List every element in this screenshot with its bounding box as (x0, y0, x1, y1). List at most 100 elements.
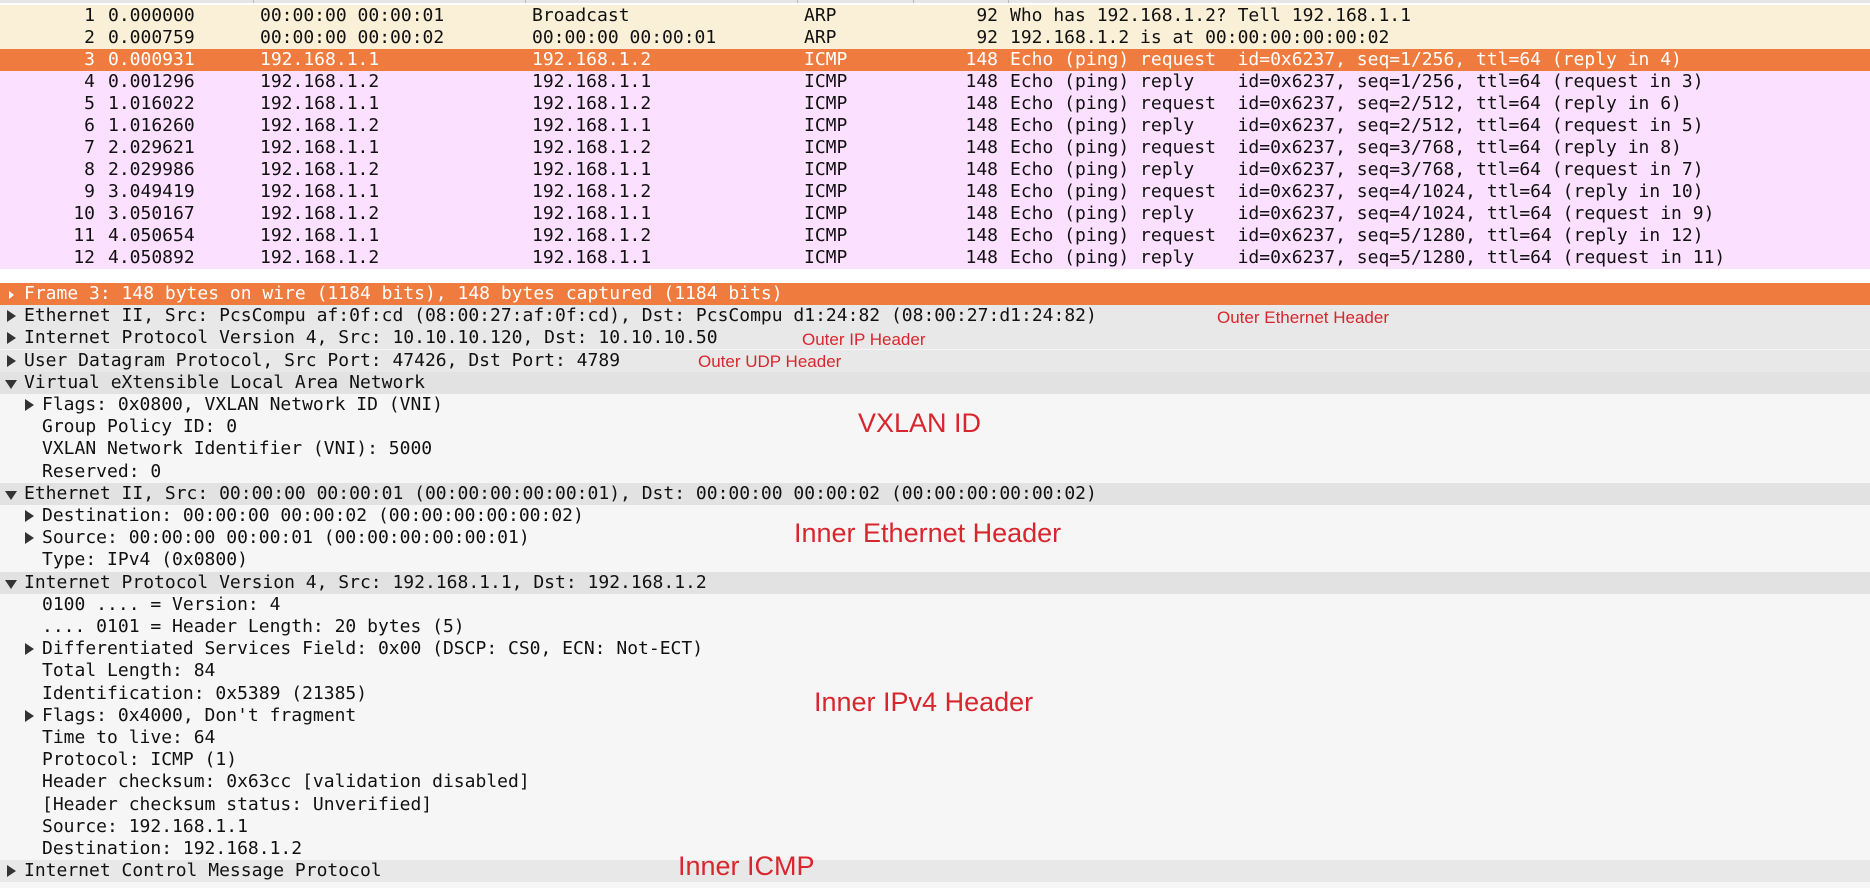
tree-item-field[interactable]: .... 0101 = Header Length: 20 bytes (5) (0, 616, 1870, 638)
packet-cell-len: 148 (965, 49, 998, 70)
packet-row[interactable]: 10 3.050167 192.168.1.2 192.168.1.1 ICMP 148 E… (0, 203, 1870, 225)
packet-cell-info: Who has 192.168.1.2? Tell 192.168.1.1 (1010, 5, 1411, 26)
packet-cell-len: 148 (965, 203, 998, 224)
packet-row[interactable]: 2 0.000759 00:00:00 00:00:02 00:00:00 00:00… (0, 27, 1870, 49)
packet-cell-info: Echo (ping) reply id=0x6237, seq=1/256, … (1010, 71, 1704, 92)
tree-item-label: Group Policy ID: 0 (42, 416, 238, 438)
packet-cell-dst: 192.168.1.1 (532, 247, 652, 268)
packet-cell-no: 5 (84, 93, 95, 114)
expand-arrow-right-icon[interactable] (20, 527, 38, 549)
column-divider[interactable] (797, 0, 798, 3)
packet-row[interactable]: 4 0.001296 192.168.1.2 192.168.1.1 ICMP 148 Ec… (0, 71, 1870, 93)
tree-item-selected[interactable]: Frame 3: 148 bytes on wire (1184 bits), … (0, 283, 1870, 305)
tree-item-label: Flags: 0x4000, Don't fragment (42, 704, 357, 726)
tree-item-field[interactable]: Differentiated Services Field: 0x00 (DSC… (0, 638, 1870, 660)
tree-item-protocol[interactable]: User Datagram Protocol, Src Port: 47426,… (0, 349, 1870, 372)
packet-row-selected[interactable]: 3 0.000931 192.168.1.1 192.168.1.2 ICMP 148 Ec… (0, 49, 1870, 71)
annotation-label: VXLAN ID (858, 408, 982, 438)
tree-item-label: Destination: 00:00:00 00:00:02 (00:00:00… (42, 505, 584, 526)
tree-item-field[interactable]: Time to live: 64 (0, 727, 1870, 749)
expand-arrow-down-icon[interactable] (2, 572, 20, 594)
tree-item-field[interactable]: Total Length: 84 (0, 660, 1870, 682)
tree-item-protocol[interactable]: Internet Protocol Version 4, Src: 10.10.… (0, 327, 1870, 350)
packet-row[interactable]: 9 3.049419 192.168.1.1 192.168.1.2 ICMP 148 Ec… (0, 181, 1870, 203)
packet-cell-src: 192.168.1.2 (260, 71, 380, 92)
packet-cell-info: Echo (ping) request id=0x6237, seq=5/128… (1010, 225, 1704, 246)
expand-arrow-right-icon[interactable] (2, 283, 20, 305)
tree-item-label: Type: IPv4 (0x0800) (42, 549, 248, 571)
expand-arrow-down-icon[interactable] (2, 483, 20, 505)
tree-item-field[interactable]: Header checksum: 0x63cc [validation disa… (0, 771, 1870, 793)
packet-cell-len: 148 (965, 247, 998, 268)
annotation-label: Inner ICMP (678, 851, 815, 881)
expand-arrow-right-icon[interactable] (20, 394, 38, 416)
packet-cell-info: Echo (ping) request id=0x6237, seq=2/512… (1010, 93, 1682, 114)
packet-cell-dst: 192.168.1.1 (532, 159, 652, 180)
packet-cell-src: 192.168.1.2 (260, 115, 380, 136)
packet-cell-src: 192.168.1.1 (260, 93, 380, 114)
tree-item-field[interactable]: Source: 192.168.1.1 (0, 816, 1870, 838)
packet-cell-src: 192.168.1.1 (260, 181, 380, 202)
tree-item-protocol[interactable]: Virtual eXtensible Local Area Network (0, 371, 1870, 394)
packet-cell-proto: ARP (804, 5, 837, 26)
tree-item-field[interactable]: [Header checksum status: Unverified] (0, 794, 1870, 816)
annotation-label: Inner Ethernet Header (794, 518, 1062, 548)
packet-row[interactable]: 1 0.000000 00:00:00 00:00:01 Broadcast ARP 92… (0, 5, 1870, 27)
tree-item-field[interactable]: 0100 .... = Version: 4 (0, 594, 1870, 616)
packet-row[interactable]: 7 2.029621 192.168.1.1 192.168.1.2 ICMP 148 Ec… (0, 137, 1870, 159)
tree-item-protocol[interactable]: Internet Control Message Protocol (0, 860, 1870, 883)
expand-arrow-right-icon[interactable] (20, 505, 38, 527)
packet-cell-no: 3 (84, 49, 95, 70)
packet-cell-len: 148 (965, 71, 998, 92)
packet-row[interactable]: 6 1.016260 192.168.1.2 192.168.1.1 ICMP 148 Ec… (0, 115, 1870, 137)
tree-item-field[interactable]: VXLAN Network Identifier (VNI): 5000 (0, 438, 1870, 460)
expand-arrow-right-icon[interactable] (2, 350, 20, 372)
tree-item-field[interactable]: Type: IPv4 (0x0800) (0, 549, 1870, 571)
packet-row[interactable]: 12 4.050892 192.168.1.2 192.168.1.1 ICMP 148 E… (0, 247, 1870, 269)
packet-cell-len: 92 (976, 5, 998, 26)
packet-row[interactable]: 8 2.029986 192.168.1.2 192.168.1.1 ICMP 148 Ec… (0, 159, 1870, 181)
tree-item-label: User Datagram Protocol, Src Port: 47426,… (24, 349, 621, 371)
tree-item-field[interactable]: Protocol: ICMP (1) (0, 749, 1870, 771)
column-divider[interactable] (525, 0, 526, 3)
packet-cell-no: 7 (84, 137, 95, 158)
tree-item-label: Ethernet II, Src: 00:00:00 00:00:01 (00:… (24, 482, 1097, 504)
packet-cell-no: 1 (84, 5, 95, 26)
tree-item-label: Source: 00:00:00 00:00:01 (00:00:00:00:0… (42, 527, 530, 549)
packet-cell-proto: ICMP (804, 115, 848, 136)
packet-cell-proto: ICMP (804, 93, 848, 114)
tree-item-label: Internet Control Message Protocol (24, 860, 382, 882)
packet-cell-proto: ICMP (804, 225, 848, 246)
tree-item-label: Virtual eXtensible Local Area Network (24, 371, 425, 393)
packet-cell-proto: ICMP (804, 159, 848, 180)
column-divider[interactable] (913, 0, 914, 3)
packet-cell-len: 92 (976, 27, 998, 48)
packet-cell-src: 192.168.1.2 (260, 247, 380, 268)
column-divider[interactable] (253, 0, 254, 3)
tree-item-protocol[interactable]: Ethernet II, Src: 00:00:00 00:00:01 (00:… (0, 482, 1870, 505)
packet-cell-time: 4.050892 (108, 247, 195, 268)
tree-item-field[interactable]: Reserved: 0 (0, 461, 1870, 483)
packet-cell-dst: 192.168.1.1 (532, 115, 652, 136)
expand-arrow-down-icon[interactable] (2, 372, 20, 394)
packet-cell-proto: ICMP (804, 71, 848, 92)
tree-item-protocol[interactable]: Ethernet II, Src: PcsCompu af:0f:cd (08:… (0, 305, 1870, 328)
tree-item-label: Identification: 0x5389 (21385) (42, 682, 368, 704)
tree-item-label: Internet Protocol Version 4, Src: 10.10.… (24, 327, 718, 349)
packet-cell-info: 192.168.1.2 is at 00:00:00:00:00:02 (1010, 27, 1390, 48)
expand-arrow-right-icon[interactable] (20, 705, 38, 727)
packet-cell-no: 9 (84, 181, 95, 202)
expand-arrow-right-icon[interactable] (2, 860, 20, 882)
expand-arrow-right-icon[interactable] (20, 638, 38, 660)
packet-cell-len: 148 (965, 115, 998, 136)
expand-arrow-right-icon[interactable] (2, 327, 20, 349)
packet-row[interactable]: 5 1.016022 192.168.1.1 192.168.1.2 ICMP 148 Ec… (0, 93, 1870, 115)
packet-row[interactable]: 11 4.050654 192.168.1.1 192.168.1.2 ICMP 148 E… (0, 225, 1870, 247)
expand-arrow-right-icon[interactable] (2, 305, 20, 327)
packet-cell-dst: 192.168.1.2 (532, 93, 652, 114)
column-divider[interactable] (1008, 0, 1009, 3)
tree-item-protocol[interactable]: Internet Protocol Version 4, Src: 192.16… (0, 571, 1870, 594)
tree-item-field[interactable]: Destination: 192.168.1.2 (0, 838, 1870, 860)
column-header-strip[interactable] (0, 0, 1870, 3)
tree-item-label: Destination: 192.168.1.2 (42, 838, 303, 859)
